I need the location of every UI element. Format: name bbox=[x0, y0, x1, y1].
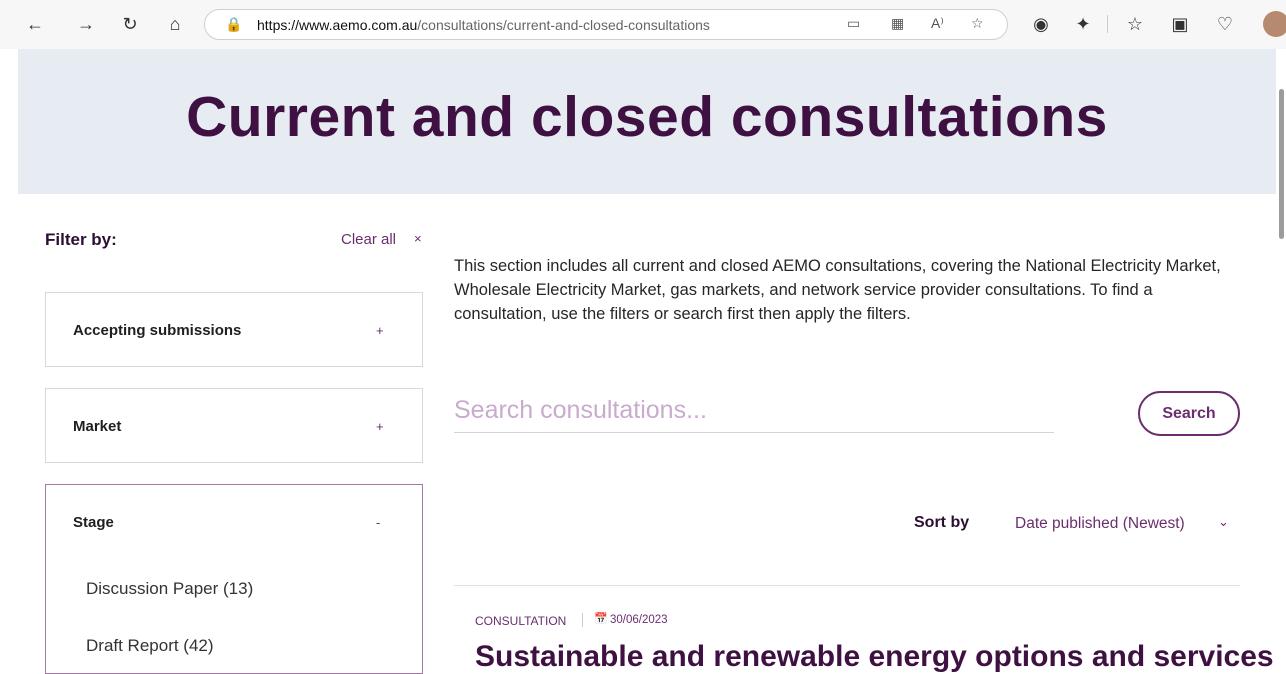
hero-banner: Current and closed consultations bbox=[18, 49, 1276, 194]
heart-icon[interactable]: ♡ bbox=[1214, 13, 1236, 35]
filter-option-discussion-paper[interactable]: Discussion Paper (13) bbox=[86, 579, 253, 599]
forward-icon[interactable]: → bbox=[75, 13, 97, 35]
page-title: Current and closed consultations bbox=[186, 85, 1108, 149]
read-aloud-icon[interactable]: A⁾ bbox=[931, 15, 944, 32]
filter-title: Filter by: bbox=[45, 230, 117, 249]
address-url[interactable]: https://www.aemo.com.au/consultations/cu… bbox=[257, 17, 710, 33]
collapse-icon[interactable]: - bbox=[376, 515, 380, 530]
facet-market[interactable]: Market + bbox=[45, 388, 423, 463]
calendar-icon: 📅 bbox=[594, 613, 608, 625]
result-type-tag: CONSULTATION bbox=[475, 614, 567, 628]
back-icon[interactable]: ← bbox=[24, 13, 46, 35]
star-icon[interactable]: ☆ bbox=[971, 15, 984, 32]
puzzle-icon[interactable]: ✦ bbox=[1072, 13, 1094, 35]
search-input[interactable] bbox=[454, 389, 1054, 433]
chevron-down-icon[interactable]: ⌄ bbox=[1218, 514, 1229, 530]
divider bbox=[454, 585, 1240, 586]
home-icon[interactable]: ⌂ bbox=[164, 13, 186, 35]
lock-icon[interactable]: 🔒 bbox=[225, 16, 242, 33]
facet-label: Accepting submissions bbox=[73, 322, 242, 339]
sort-label: Sort by bbox=[914, 514, 970, 531]
page-scrollbar[interactable] bbox=[1276, 49, 1286, 656]
extension-icon[interactable]: ◉ bbox=[1030, 13, 1052, 35]
collections-icon[interactable]: ▣ bbox=[1169, 13, 1191, 35]
intro-text: This section includes all current and cl… bbox=[454, 257, 1221, 323]
facet-label: Market bbox=[73, 418, 122, 435]
favorites-icon[interactable]: ☆ bbox=[1124, 13, 1146, 35]
result-date: 30/06/2023 bbox=[610, 614, 668, 626]
address-bar[interactable]: 🔒 https://www.aemo.com.au/consultations/… bbox=[204, 9, 1008, 40]
scrollbar-thumb[interactable] bbox=[1279, 89, 1284, 239]
sort-select[interactable]: Date published (Newest) bbox=[1015, 515, 1185, 533]
clear-all-link[interactable]: Clear all bbox=[341, 231, 396, 248]
facet-label: Stage bbox=[73, 514, 114, 531]
search-button[interactable]: Search bbox=[1138, 391, 1240, 436]
profile-avatar[interactable] bbox=[1263, 11, 1286, 37]
filter-option-draft-report[interactable]: Draft Report (42) bbox=[86, 636, 214, 656]
tab-icon[interactable]: ▭ bbox=[847, 15, 860, 32]
browser-toolbar: ← → ↻ ⌂ 🔒 https://www.aemo.com.au/consul… bbox=[0, 0, 1286, 49]
result-title-link[interactable]: Sustainable and renewable energy options… bbox=[475, 640, 1274, 674]
grid-icon[interactable]: ▦ bbox=[891, 15, 904, 32]
refresh-icon[interactable]: ↻ bbox=[119, 13, 141, 35]
expand-icon[interactable]: + bbox=[376, 419, 384, 434]
expand-icon[interactable]: + bbox=[376, 323, 384, 338]
toolbar-divider bbox=[1107, 15, 1108, 33]
facet-accepting-submissions[interactable]: Accepting submissions + bbox=[45, 292, 423, 367]
divider bbox=[582, 613, 583, 627]
facet-stage[interactable]: Stage - Discussion Paper (13) Draft Repo… bbox=[45, 484, 423, 674]
close-icon[interactable]: × bbox=[414, 231, 422, 246]
